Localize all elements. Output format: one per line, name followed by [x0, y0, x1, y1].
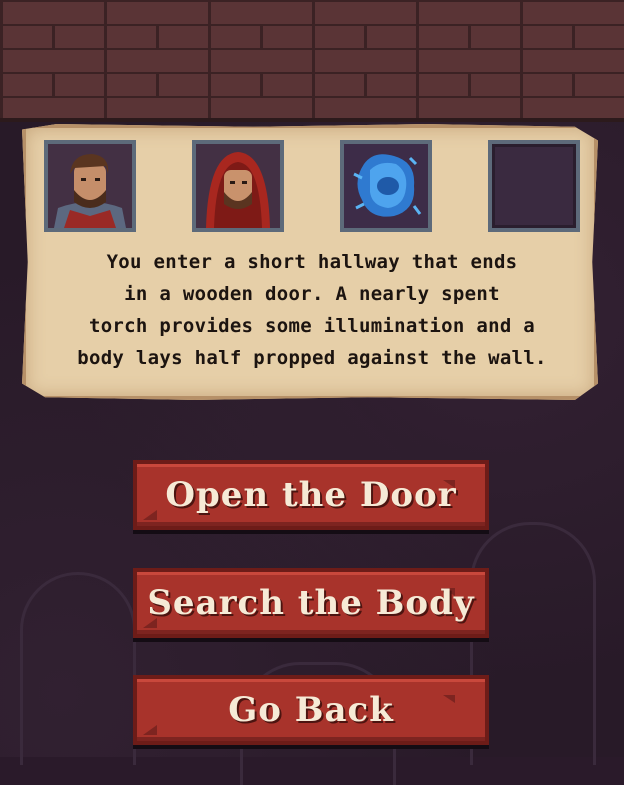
story-parchment: You enter a short hallway that ends in a… [22, 124, 598, 400]
wisp-portrait[interactable] [340, 140, 432, 232]
crack-decoration [143, 725, 157, 735]
red-hood-portrait[interactable] [192, 140, 284, 232]
search-body-button[interactable]: Search the Body [133, 568, 489, 638]
crack-decoration [443, 695, 455, 703]
dungeon-arch [20, 572, 136, 765]
open-door-button[interactable]: Open the Door [133, 460, 489, 530]
story-line: body lays half propped against the wall. [77, 347, 547, 369]
story-line: in a wooden door. A nearly spent [124, 283, 500, 305]
open-door-label: Open the Door [165, 475, 457, 515]
brick-row [0, 72, 624, 96]
party-portraits [44, 140, 584, 236]
story-text: You enter a short hallway that ends in a… [46, 246, 578, 374]
story-line: torch provides some illumination and a [88, 315, 536, 337]
search-body-label: Search the Body [147, 583, 475, 623]
blue-wisp-icon [344, 144, 428, 228]
empty-portrait-slot[interactable] [488, 140, 580, 232]
go-back-button[interactable]: Go Back [133, 675, 489, 745]
go-back-label: Go Back [228, 690, 394, 730]
brick-wall-header [0, 0, 624, 122]
crack-decoration [143, 510, 157, 520]
story-line: You enter a short hallway that ends [106, 251, 518, 273]
red-hooded-man-icon [196, 144, 280, 228]
warrior-portrait[interactable] [44, 140, 136, 232]
brick-row [0, 24, 624, 48]
bearded-man-icon [48, 144, 132, 228]
